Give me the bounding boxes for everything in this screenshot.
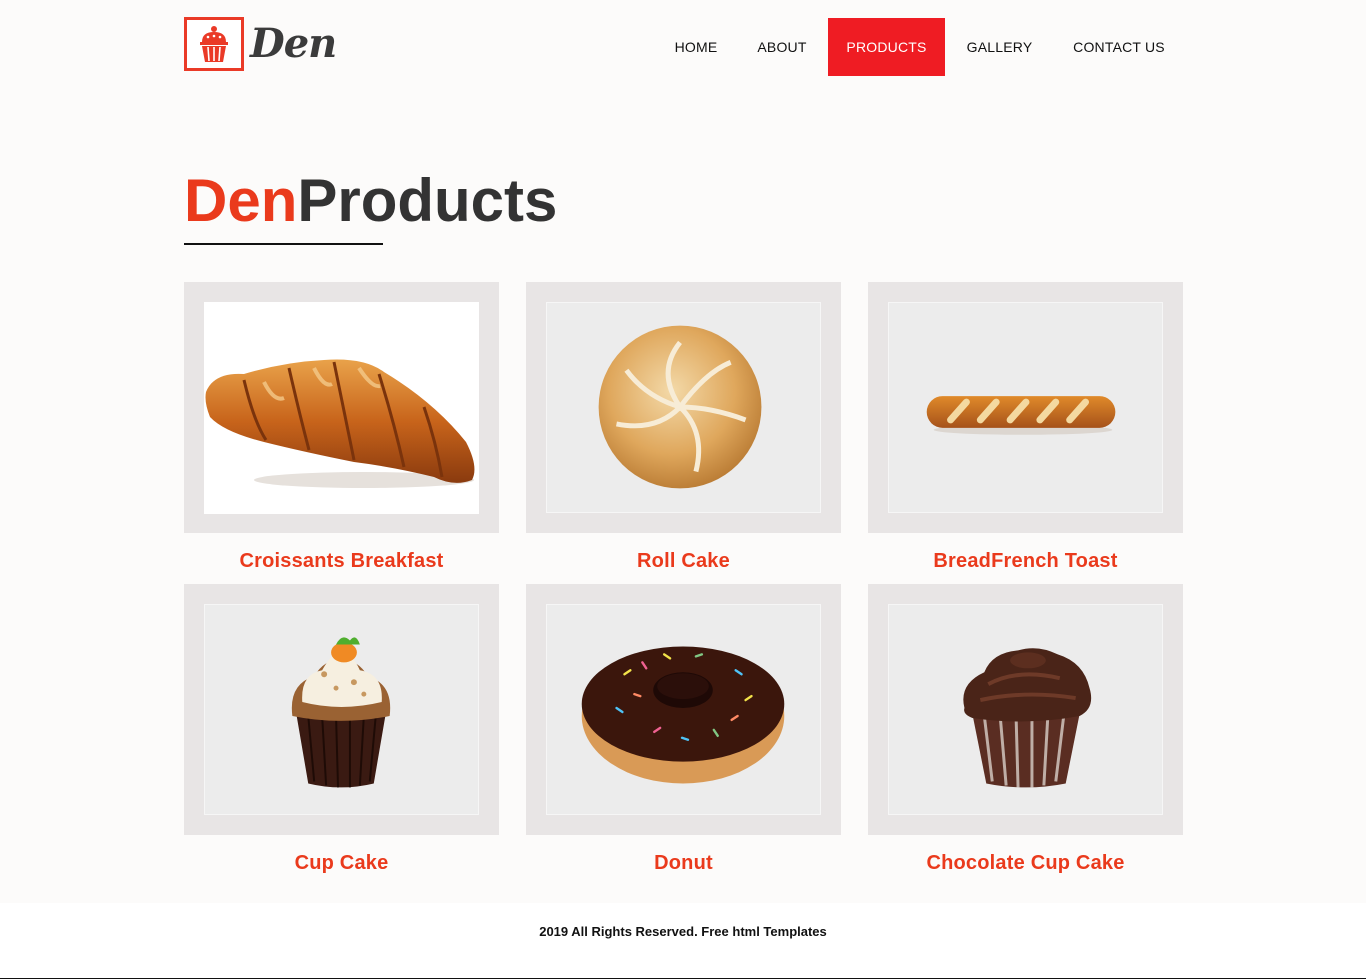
page-title-rest: Products (297, 167, 558, 234)
product-image-frame (868, 282, 1183, 533)
site-footer: 2019 All Rights Reserved. Free html Temp… (0, 903, 1366, 979)
nav-item-home[interactable]: HOME (656, 18, 736, 76)
site-header: Den HOME ABOUT PRODUCTS GALLERY CONTACT … (0, 0, 1366, 100)
cupcake-image[interactable] (204, 604, 479, 815)
product-name[interactable]: BreadFrench Toast (868, 550, 1183, 573)
nav-item-contact-us[interactable]: CONTACT US (1054, 18, 1184, 76)
product-name[interactable]: Croissants Breakfast (184, 550, 499, 573)
bread-roll-image[interactable] (546, 302, 821, 513)
nav-item-gallery[interactable]: GALLERY (945, 18, 1054, 76)
baguette-image[interactable] (888, 302, 1163, 513)
product-card[interactable]: BreadFrench Toast (868, 282, 1183, 573)
logo[interactable]: Den (184, 17, 337, 71)
product-card[interactable]: Donut (526, 584, 841, 875)
footer-copyright: 2019 All Rights Reserved. Free html Temp… (539, 924, 827, 939)
product-name[interactable]: Chocolate Cup Cake (868, 852, 1183, 875)
main-nav: HOME ABOUT PRODUCTS GALLERY CONTACT US (656, 18, 1184, 76)
product-card[interactable]: Croissants Breakfast (184, 282, 499, 573)
nav-item-products[interactable]: PRODUCTS (828, 18, 945, 76)
title-underline (184, 243, 383, 245)
product-image-frame (184, 282, 499, 533)
logo-text: Den (250, 20, 337, 67)
product-image-frame (868, 584, 1183, 835)
product-name[interactable]: Donut (526, 852, 841, 875)
product-image-frame (526, 282, 841, 533)
page-title-accent: Den (184, 167, 298, 234)
chocolate-cupcake-image[interactable] (888, 604, 1163, 815)
product-name[interactable]: Roll Cake (526, 550, 841, 573)
product-card[interactable]: Roll Cake (526, 282, 841, 573)
page-title: DenProducts (184, 166, 557, 236)
product-image-frame (184, 584, 499, 835)
product-card[interactable]: Chocolate Cup Cake (868, 584, 1183, 875)
product-card[interactable]: Cup Cake (184, 584, 499, 875)
product-name[interactable]: Cup Cake (184, 852, 499, 875)
croissant-image[interactable] (204, 301, 479, 514)
nav-item-about[interactable]: ABOUT (736, 18, 828, 76)
donut-image[interactable] (546, 604, 821, 815)
product-image-frame (526, 584, 841, 835)
cupcake-icon (184, 17, 244, 71)
